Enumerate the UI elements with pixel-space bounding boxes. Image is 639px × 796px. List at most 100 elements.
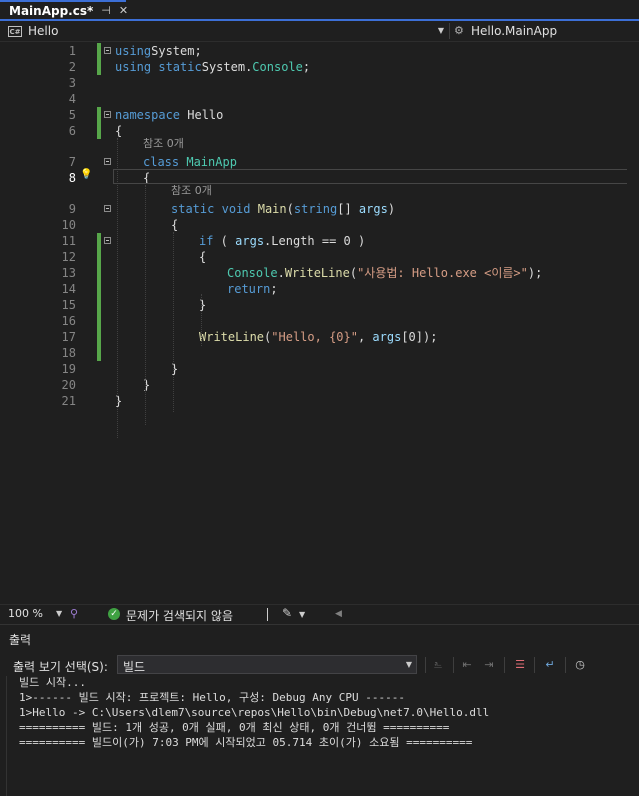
- line-number: 3: [68, 76, 76, 90]
- tab-title: MainApp.cs*: [9, 4, 94, 18]
- output-line: ========== 빌드: 1개 성공, 0개 실패, 0개 최신 상태, 0…: [19, 721, 450, 734]
- line-number: 20: [61, 378, 76, 392]
- navigation-bar: C# Hello ▼ ⚙ Hello.MainApp: [0, 21, 639, 42]
- indent-guide: [201, 294, 202, 346]
- code-line[interactable]: 6{: [0, 123, 639, 139]
- change-marker: [97, 281, 101, 297]
- code-line[interactable]: 10 {: [0, 217, 639, 233]
- editor-status-bar: 100 % ▼ ⚲ ✓ 문제가 검색되지 않음 ✎ ▼ ◀: [0, 604, 639, 624]
- change-marker: [97, 329, 101, 345]
- line-number: 13: [61, 266, 76, 280]
- code-line[interactable]: 16: [0, 313, 639, 329]
- lightbulb-icon[interactable]: 💡: [80, 169, 92, 181]
- code-line[interactable]: 15}: [0, 297, 639, 313]
- code-text: {: [115, 124, 123, 138]
- code-text: return;: [227, 282, 278, 296]
- line-number: 6: [68, 124, 76, 138]
- codelens-references[interactable]: 참조 0개: [171, 184, 212, 198]
- line-number: 1: [68, 44, 76, 58]
- timestamp-clock-icon[interactable]: ◷: [572, 657, 588, 673]
- change-marker: [97, 123, 101, 139]
- collapse-icon[interactable]: [104, 205, 111, 212]
- zoom-level[interactable]: 100 %: [8, 607, 43, 620]
- line-number: 8: [68, 171, 76, 185]
- collapse-icon[interactable]: [104, 237, 111, 244]
- change-marker: [97, 43, 101, 59]
- scroll-left-icon[interactable]: ◀: [335, 609, 342, 619]
- code-text: if ( args.Length == 0 ): [199, 234, 366, 248]
- output-line: 빌드 시작...: [19, 676, 86, 689]
- csharp-project-icon: C#: [8, 25, 22, 37]
- code-line[interactable]: 1 usingSystem;: [0, 43, 639, 59]
- collapse-icon[interactable]: [104, 111, 111, 118]
- collapse-icon[interactable]: [104, 158, 111, 165]
- word-wrap-icon[interactable]: ↵: [542, 657, 558, 673]
- output-line: ========== 빌드이(가) 7:03 PM에 시작되었고 05.714 …: [19, 736, 473, 749]
- code-line[interactable]: 18: [0, 345, 639, 361]
- line-number: 17: [61, 330, 76, 344]
- nav-separator: [449, 23, 450, 39]
- code-line[interactable]: 4: [0, 91, 639, 107]
- project-dropdown[interactable]: C# Hello ▼: [8, 22, 448, 40]
- next-message-icon[interactable]: ⇥: [481, 657, 497, 673]
- line-number: 10: [61, 218, 76, 232]
- indent-guide: [173, 232, 174, 412]
- previous-message-icon[interactable]: ⇤: [459, 657, 475, 673]
- vertical-scrollbar[interactable]: [627, 42, 639, 604]
- chevron-down-icon: ▼: [405, 660, 412, 669]
- code-text: Console.WriteLine("사용법: Hello.exe <이름>")…: [227, 266, 543, 280]
- toolbar-separator: [425, 657, 426, 673]
- clear-all-icon[interactable]: ☰: [512, 657, 528, 673]
- change-marker: [97, 313, 101, 329]
- code-text: {: [171, 218, 179, 232]
- change-marker: [97, 297, 101, 313]
- document-tab-bar: MainApp.cs* ⊣ ✕: [0, 0, 639, 21]
- code-line[interactable]: 14 return;: [0, 281, 639, 297]
- pin-tab-icon[interactable]: ⊣: [101, 4, 111, 18]
- output-source-dropdown[interactable]: 빌드 ▼: [117, 655, 417, 674]
- close-tab-icon[interactable]: ✕: [119, 4, 128, 18]
- code-line[interactable]: 17 WriteLine("Hello, {0}", args[0]);: [0, 329, 639, 345]
- status-separator: [267, 608, 268, 621]
- change-marker: [97, 59, 101, 75]
- output-panel-title: 출력: [9, 633, 32, 647]
- code-line[interactable]: 3: [0, 75, 639, 91]
- zoom-chevron-down-icon[interactable]: ▼: [56, 609, 62, 618]
- member-dropdown[interactable]: ⚙ Hello.MainApp: [454, 22, 557, 40]
- toolbar-separator: [453, 657, 454, 673]
- code-cleanup-chevron-icon[interactable]: ▼: [299, 610, 305, 619]
- code-cleanup-icon[interactable]: ✎: [282, 606, 292, 620]
- code-line[interactable]: 2 using staticSystem.Console;: [0, 59, 639, 75]
- code-editor[interactable]: 1 usingSystem; 2 using staticSystem.Console…: [0, 42, 639, 604]
- change-marker: [97, 233, 101, 249]
- current-line-highlight: [113, 169, 639, 184]
- indent-guide: [145, 185, 146, 425]
- project-label: Hello: [28, 24, 59, 38]
- check-circle-icon: ✓: [108, 608, 120, 620]
- toolbar-separator: [565, 657, 566, 673]
- code-line[interactable]: 19}: [0, 361, 639, 377]
- output-text-area[interactable]: 빌드 시작... 1>------ 빌드 시작: 프로젝트: Hello, 구성…: [6, 676, 634, 796]
- codelens-references[interactable]: 참조 0개: [143, 137, 184, 151]
- code-line[interactable]: 5 namespace Hello: [0, 107, 639, 123]
- class-icon: ⚙: [454, 24, 464, 37]
- line-number: 18: [61, 346, 76, 360]
- change-marker: [97, 107, 101, 123]
- intellicode-icon[interactable]: ⚲: [70, 607, 82, 621]
- code-line[interactable]: 13 Console.WriteLine("사용법: Hello.exe <이름>…: [0, 265, 639, 281]
- line-number: 14: [61, 282, 76, 296]
- tab-mainapp[interactable]: MainApp.cs* ⊣ ✕: [0, 0, 128, 20]
- collapse-icon[interactable]: [104, 47, 111, 54]
- code-line[interactable]: 12 {: [0, 249, 639, 265]
- find-message-icon[interactable]: ⎁: [430, 657, 446, 673]
- code-line[interactable]: 20}: [0, 377, 639, 393]
- line-number: 19: [61, 362, 76, 376]
- issues-status[interactable]: 문제가 검색되지 않음: [126, 607, 233, 624]
- line-number: 9: [68, 202, 76, 216]
- output-toolbar: 출력 보기 선택(S): 빌드 ▼ ⎁ ⇤ ⇥ ☰ ↵ ◷: [0, 653, 639, 675]
- code-line[interactable]: 21}: [0, 393, 639, 409]
- code-line[interactable]: 11 if ( args.Length == 0 ): [0, 233, 639, 249]
- code-line[interactable]: 9 static void Main(string[] args): [0, 201, 639, 217]
- code-line[interactable]: 7 class MainApp: [0, 154, 639, 170]
- line-number: 15: [61, 298, 76, 312]
